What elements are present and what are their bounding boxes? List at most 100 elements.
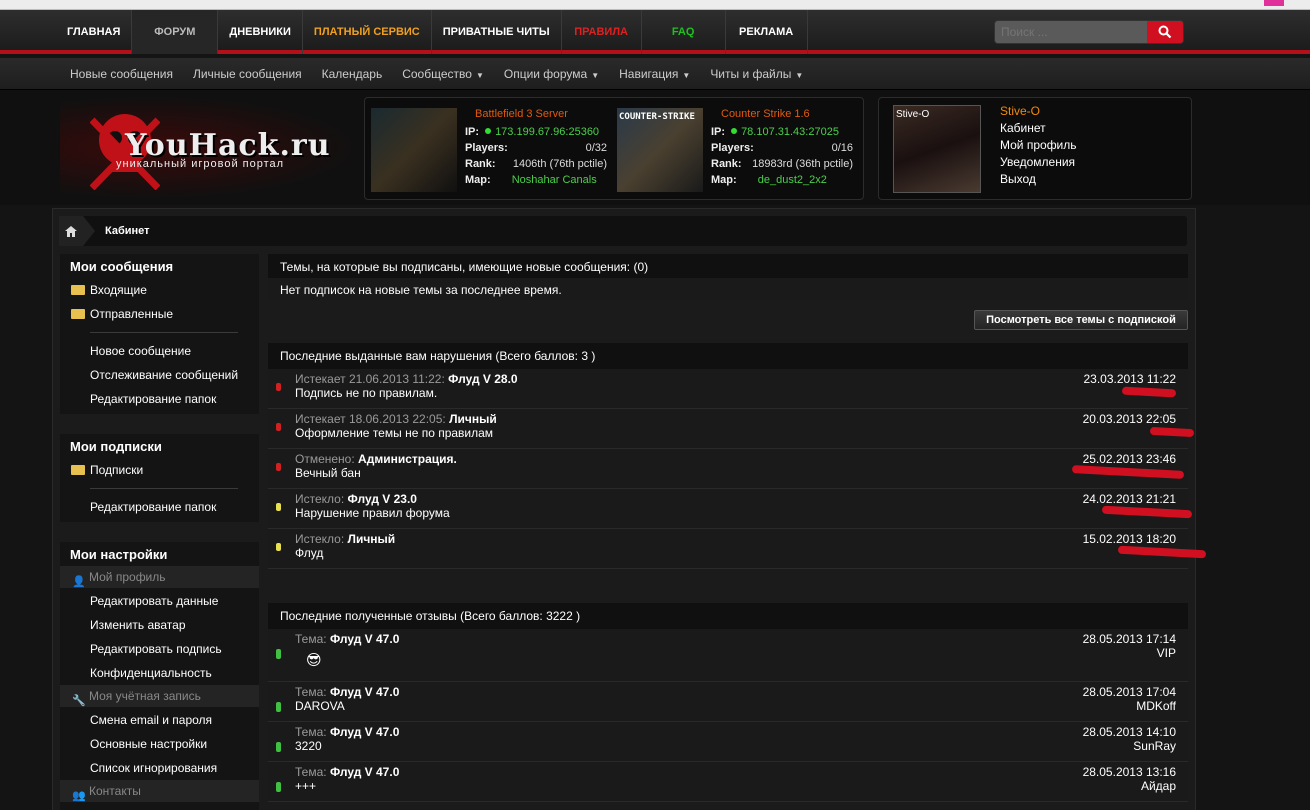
feedback-label: Тема: [295, 725, 327, 739]
nav-faq[interactable]: FAQ [642, 10, 726, 54]
subscriptions-title: Темы, на которые вы подписаны, имеющие н… [280, 260, 649, 274]
subnav-cheats-files[interactable]: Читы и файлы ▼ [700, 67, 813, 81]
infraction-status: Истекло: [295, 492, 345, 506]
feedback-topic[interactable]: Флуд V 47.0 [330, 725, 399, 739]
sidebar-settings-title: Мои настройки [70, 547, 168, 562]
status-led-icon [276, 649, 281, 659]
link-my-profile[interactable]: Мой профиль [1000, 138, 1077, 152]
feedback-user[interactable]: VIP [1157, 646, 1176, 660]
subnav-community[interactable]: Сообщество ▼ [392, 67, 494, 81]
sidebar-item-edit-data[interactable]: Редактировать данные [90, 594, 218, 608]
status-led-icon [276, 463, 281, 471]
nav-paid-service[interactable]: ПЛАТНЫЙ СЕРВИС [303, 10, 432, 54]
subnav-calendar[interactable]: Календарь [312, 67, 393, 81]
infraction-date: 20.03.2013 22:05 [1082, 412, 1176, 426]
view-all-subscriptions-button[interactable]: Посмотреть все темы с подпиской [974, 310, 1188, 330]
feedback-text: +++ [295, 779, 317, 793]
search-input[interactable] [995, 21, 1147, 43]
feedback-topic[interactable]: Флуд V 47.0 [330, 685, 399, 699]
search-icon [1158, 25, 1172, 39]
server-map: de_dust2_2x2 [757, 174, 827, 186]
infraction-type[interactable]: Администрация. [358, 452, 457, 466]
server-map-row: Map: Noshahar Canals [465, 174, 607, 186]
sidebar-item-subscriptions[interactable]: Подписки [71, 463, 143, 477]
sidebar-item-change-avatar[interactable]: Изменить аватар [90, 618, 186, 632]
sidebar-item-label: Подписки [90, 463, 144, 477]
sidebar-item-subs-edit-folders[interactable]: Редактирование папок [90, 500, 216, 514]
infraction-description: Нарушение правил форума [295, 506, 450, 520]
subnav-cheats-files-label: Читы и файлы [710, 67, 792, 81]
chevron-down-icon: ▼ [682, 71, 691, 80]
sidebar-item-edit-folders[interactable]: Редактирование папок [90, 392, 216, 406]
feedback-row[interactable] [268, 722, 1188, 762]
infraction-type[interactable]: Флуд V 28.0 [448, 372, 517, 386]
nav-rules[interactable]: ПРАВИЛА [562, 10, 642, 54]
status-led-icon [276, 782, 281, 792]
server-card[interactable]: Battlefield 3 Server IP: 173.199.67.96:25… [365, 98, 613, 201]
infraction-row[interactable] [268, 529, 1188, 569]
link-logout[interactable]: Выход [1000, 172, 1036, 186]
sidebar-item-ignore-list[interactable]: Список игнорирования [90, 761, 217, 775]
infraction-description: Вечный бан [295, 466, 361, 480]
feedback-user[interactable]: MDKoff [1136, 699, 1176, 713]
sidebar-item-new-message[interactable]: Новое сообщение [90, 344, 191, 358]
feedback-row[interactable] [268, 762, 1188, 802]
feedback-title: Последние полученные отзывы (Всего балло… [280, 609, 581, 623]
status-led-icon [276, 423, 281, 431]
chevron-down-icon: ▼ [795, 71, 804, 80]
feedback-topic[interactable]: Флуд V 47.0 [330, 765, 399, 779]
logo-subtitle: уникальный игровой портал [116, 158, 285, 170]
feedback-header: Тема: Флуд V 47.0 [295, 685, 399, 699]
infraction-date: 23.03.2013 11:22 [1083, 372, 1176, 386]
search-button[interactable] [1147, 21, 1183, 43]
nav-diaries[interactable]: ДНЕВНИКИ [218, 10, 303, 54]
smiley-icon: 😎 [306, 652, 322, 669]
nav-advert[interactable]: РЕКЛАМА [726, 10, 808, 54]
subscriptions-empty: Нет подписок на новые темы за последнее … [280, 283, 562, 297]
feedback-date: 28.05.2013 13:16 [1082, 765, 1176, 779]
infraction-type[interactable]: Флуд V 23.0 [348, 492, 417, 506]
sidebar-item-tracking[interactable]: Отслеживание сообщений [90, 368, 238, 382]
avatar[interactable]: Stive-O [893, 105, 981, 193]
infraction-description: Подпись не по правилам. [295, 386, 438, 400]
sidebar-section-label: Контакты [89, 784, 141, 798]
sidebar-item-inbox[interactable]: Входящие [71, 283, 147, 297]
subnav-new-posts[interactable]: Новые сообщения [60, 67, 183, 81]
sidebar-section-label: Мой профиль [89, 570, 166, 584]
server-rank: 1406th (76th pctile) [512, 158, 607, 170]
feedback-date: 28.05.2013 14:10 [1082, 725, 1176, 739]
browser-close-icon[interactable] [1264, 0, 1284, 6]
subnav-navigation[interactable]: Навигация ▼ [609, 67, 700, 81]
nav-home[interactable]: ГЛАВНАЯ [56, 10, 133, 54]
feedback-row[interactable] [268, 682, 1188, 722]
sidebar-section-contacts[interactable]: 👥 Контакты [60, 780, 259, 802]
subnav-forum-options[interactable]: Опции форума ▼ [494, 67, 609, 81]
sidebar-item-privacy[interactable]: Конфиденциальность [90, 666, 212, 680]
sidebar-item-main-settings[interactable]: Основные настройки [90, 737, 207, 751]
subnav-private-messages[interactable]: Личные сообщения [183, 67, 312, 81]
nav-forum[interactable]: ФОРУМ [132, 10, 219, 54]
server-card[interactable]: COUNTER-STRIKE Counter Strike 1.6 IP: 78.… [611, 98, 859, 201]
infraction-type[interactable]: Личный [449, 412, 497, 426]
link-notifications[interactable]: Уведомления [1000, 155, 1075, 169]
contacts-icon: 👥 [72, 790, 86, 802]
sidebar-item-sent[interactable]: Отправленные [71, 307, 173, 321]
infraction-type[interactable]: Личный [348, 532, 396, 546]
server-thumbnail [371, 108, 457, 192]
sidebar-item-email-password[interactable]: Смена email и пароля [90, 713, 212, 727]
feedback-topic[interactable]: Флуд V 47.0 [330, 632, 399, 646]
feedback-user[interactable]: SunRay [1133, 739, 1176, 753]
infraction-header: Истекло: Флуд V 23.0 [295, 492, 417, 506]
feedback-header: Тема: Флуд V 47.0 [295, 765, 399, 779]
feedback-user[interactable]: Айдар [1141, 779, 1176, 793]
home-button[interactable] [59, 216, 83, 246]
feedback-row[interactable] [268, 629, 1188, 682]
avatar-label: Stive-O [896, 109, 930, 120]
nav-private-cheats[interactable]: ПРИВАТНЫЕ ЧИТЫ [432, 10, 562, 54]
username[interactable]: Stive-O [1000, 104, 1040, 118]
server-players: 0/32 [585, 142, 607, 154]
search-box [994, 20, 1184, 44]
server-monitor: Battlefield 3 Server IP: 173.199.67.96:25… [364, 97, 864, 200]
link-cabinet[interactable]: Кабинет [1000, 121, 1046, 135]
sidebar-item-edit-signature[interactable]: Редактировать подпись [90, 642, 222, 656]
